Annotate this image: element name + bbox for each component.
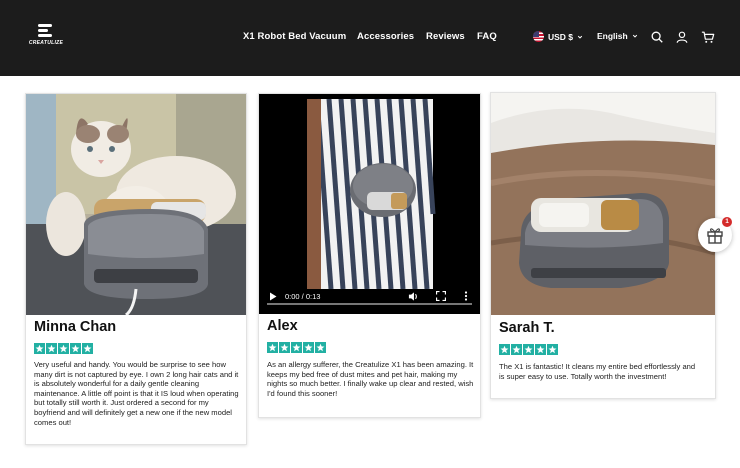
account-icon[interactable] [675,30,689,44]
chevron-down-icon [577,35,583,39]
star-icon [547,344,558,355]
logo-mark [38,24,54,38]
video-progress-bar[interactable] [267,303,472,305]
currency-selector[interactable]: USD $ [533,31,583,42]
nav-link-reviews[interactable]: Reviews [426,31,465,42]
star-icon [291,342,302,353]
video-controls: 0:00 / 0:13 [259,284,480,314]
search-icon[interactable] [650,30,664,44]
nav-link-x1-robot-bed-vacuum[interactable]: X1 Robot Bed Vacuum [243,31,346,42]
star-icon [535,344,546,355]
star-icon [511,344,522,355]
review-text: As an allergy sufferer, the Creatulize X… [267,360,474,398]
gift-icon [707,228,723,244]
review-photo-bed-vacuum [491,93,715,315]
star-rating [499,344,558,355]
review-text: Very useful and handy. You would be surp… [34,360,239,427]
star-icon [303,342,314,353]
language-label: English [597,31,628,41]
star-icon [46,343,57,354]
star-icon [267,342,278,353]
star-rating [267,342,326,353]
reviewer-name: Sarah T. [499,320,555,336]
language-selector[interactable]: English [597,31,638,41]
cart-icon[interactable] [701,30,715,44]
nav-link-accessories[interactable]: Accessories [357,31,414,42]
star-icon [315,342,326,353]
review-text: The X1 is fantastic! It cleans my entire… [499,362,696,381]
site-header: CREATULIZE X1 Robot Bed Vacuum Accessori… [0,0,740,76]
review-video[interactable]: 0:00 / 0:13 [259,94,480,314]
star-icon [279,342,290,353]
review-card: Minna Chan Very useful and handy. You wo… [25,93,247,445]
star-icon [34,343,45,354]
review-photo-cat-vacuum [26,94,246,315]
more-options-icon[interactable] [464,291,468,301]
chevron-down-icon [632,34,637,38]
star-icon [58,343,69,354]
currency-label: USD $ [548,31,574,42]
star-rating [34,343,93,354]
star-icon [70,343,81,354]
fullscreen-icon[interactable] [436,291,446,301]
star-icon [82,343,93,354]
star-icon [499,344,510,355]
reviewer-name: Minna Chan [34,319,117,335]
reviewer-name: Alex [267,318,298,334]
play-icon[interactable] [269,292,277,301]
review-card: 0:00 / 0:13 Alex As an allergy sufferer,… [258,93,481,418]
volume-icon[interactable] [408,291,419,302]
brand-logo[interactable]: CREATULIZE [26,24,66,50]
star-icon [523,344,534,355]
video-time: 0:00 / 0:13 [285,292,321,301]
gift-notification-badge: 1 [722,217,732,227]
logo-text: CREATULIZE [28,40,64,46]
nav-link-faq[interactable]: FAQ [477,31,497,42]
review-card: Sarah T. The X1 is fantastic! It cleans … [490,92,716,399]
us-flag-icon [533,31,544,42]
